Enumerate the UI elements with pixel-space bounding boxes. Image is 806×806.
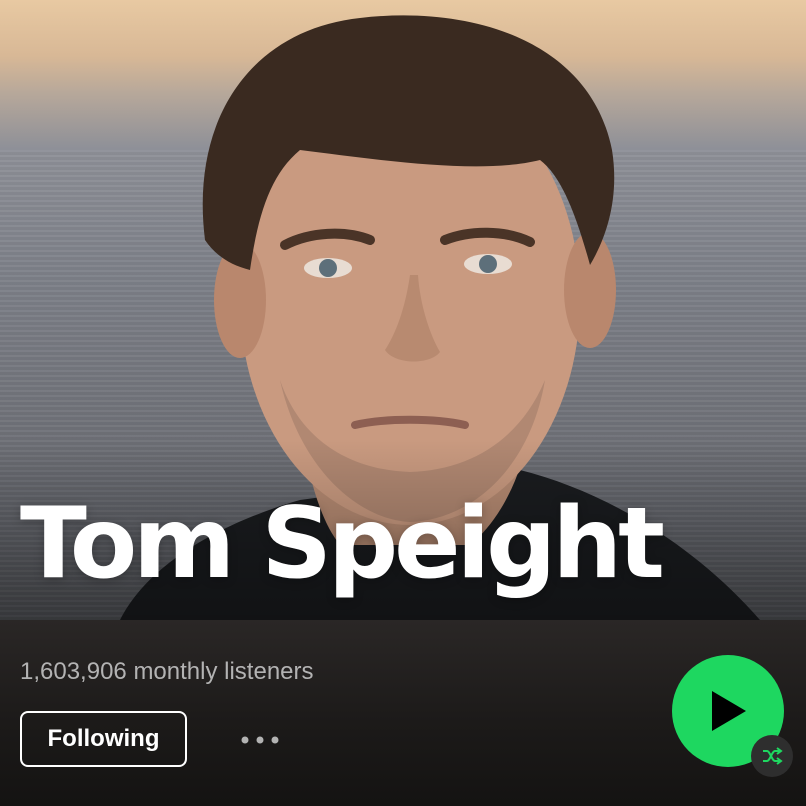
play-icon bbox=[712, 691, 746, 731]
shuffle-icon bbox=[763, 747, 783, 765]
artist-header-image: Tom Speight bbox=[0, 0, 806, 620]
artist-name: Tom Speight bbox=[20, 487, 665, 601]
shuffle-button[interactable] bbox=[751, 735, 793, 777]
more-options-button[interactable] bbox=[232, 722, 288, 758]
monthly-listeners: 1,603,906 monthly listeners bbox=[20, 658, 314, 685]
following-button[interactable]: Following bbox=[20, 711, 187, 767]
more-horizontal-icon bbox=[241, 736, 279, 744]
artist-page: Tom Speight 1,603,906 monthly listeners … bbox=[0, 0, 806, 806]
